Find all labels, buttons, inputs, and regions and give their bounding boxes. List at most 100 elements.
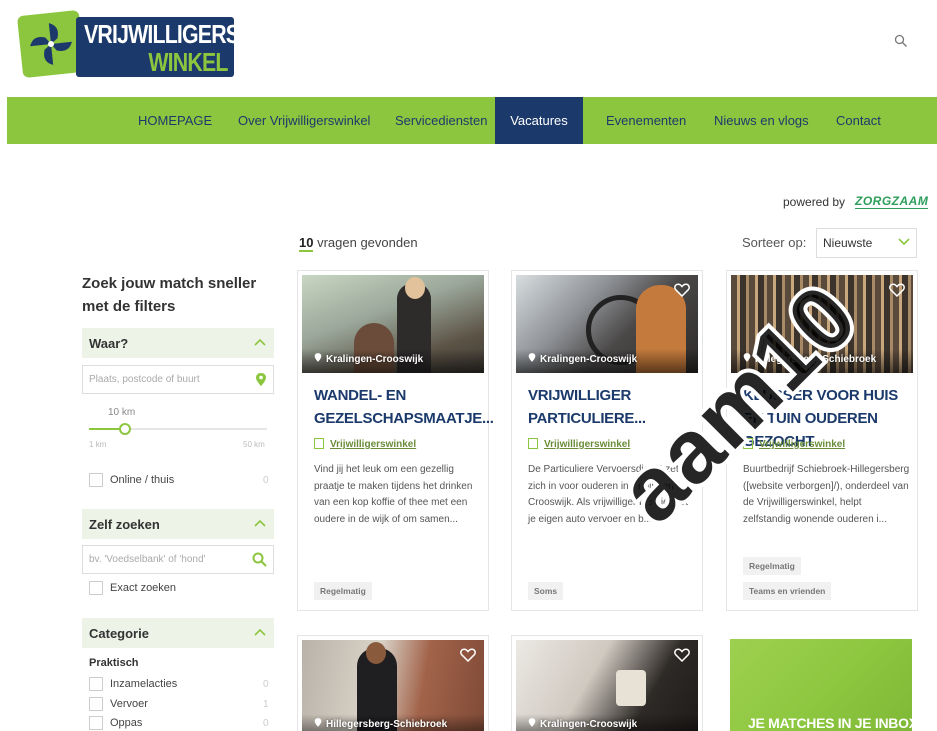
card-location-text: Kralingen-Crooswijk [540, 719, 638, 730]
filter-where-header[interactable]: Waar? [82, 328, 274, 358]
card-tag: Teams en vrienden [743, 582, 832, 600]
keyword-placeholder: bv. 'Voedselbank' of 'hond' [89, 554, 206, 565]
windmill-icon [16, 9, 86, 79]
map-pin-icon [314, 718, 322, 727]
search-icon[interactable] [894, 34, 908, 48]
cup-shape [616, 670, 646, 706]
page: VRIJWILLIGERS WINKEL HOMEPAGE Over Vrijw… [0, 0, 937, 731]
filter-self-title: Zelf zoeken [89, 517, 160, 532]
map-pin-icon [528, 353, 536, 362]
filter-category-header[interactable]: Categorie [82, 618, 274, 648]
person-head [366, 642, 386, 664]
card-description: Buurtbedrijf Schiebroek-Hillegersberg ([… [743, 464, 910, 525]
nav-over[interactable]: Over Vrijwilligerswinkel [238, 97, 370, 144]
exact-search-checkbox[interactable] [89, 581, 103, 595]
nav-nieuws[interactable]: Nieuws en vlogs [714, 97, 809, 144]
card-tag: Regelmatig [743, 557, 801, 575]
vacancy-card[interactable]: Hillegersberg-Schiebroek [297, 635, 489, 731]
chevron-up-icon [254, 338, 266, 346]
card-description: Vind jij het leuk om een gezellig praatj… [314, 464, 473, 525]
promo-title: JE MATCHES IN JE INBOX? [748, 715, 926, 731]
vacancy-card[interactable]: Hillegersberg-Schiebroek KLUSSER VOOR HU… [726, 270, 918, 611]
keyword-input[interactable]: bv. 'Voedselbank' of 'hond' [82, 545, 274, 574]
card-tag: Regelmatig [314, 582, 372, 600]
search-icon[interactable] [252, 552, 267, 567]
category-count: 0 [263, 718, 269, 729]
card-organisation-text: Vrijwilligerswinkel [759, 439, 846, 450]
card-location-text: Kralingen-Crooswijk [540, 354, 638, 365]
card-organisation[interactable]: Vrijwilligerswinkel [743, 438, 845, 450]
card-title[interactable]: VRIJWILLIGER PARTICULIERE... [528, 384, 700, 430]
nav-contact[interactable]: Contact [836, 97, 881, 144]
results-count: 10 vragen gevonden [299, 235, 418, 252]
category-label: Oppas [110, 717, 143, 729]
card-location: Hillegersberg-Schiebroek [743, 352, 876, 365]
map-pin-icon [743, 353, 751, 362]
map-pin-icon [528, 718, 536, 727]
building-icon [314, 438, 324, 449]
person-head [405, 277, 425, 299]
zorgzaam-logo[interactable]: ZORGZAAM [855, 194, 929, 209]
nav-servicediensten[interactable]: Servicediensten [395, 97, 488, 144]
results-count-number: 10 [299, 235, 314, 252]
category-label: Inzamelacties [110, 678, 178, 690]
online-count: 0 [263, 475, 269, 486]
sort-select[interactable]: Nieuwste [816, 228, 917, 258]
card-image: Hillegersberg-Schiebroek [302, 640, 484, 731]
online-label: Online / thuis [110, 474, 175, 486]
online-checkbox[interactable] [89, 473, 103, 487]
card-location: Kralingen-Crooswijk [314, 352, 423, 365]
nav-homepage[interactable]: HOMEPAGE [138, 97, 212, 144]
filter-self-header[interactable]: Zelf zoeken [82, 509, 274, 539]
newsletter-promo-card[interactable]: JE MATCHES IN JE INBOX? [726, 635, 926, 731]
card-image: Kralingen-Crooswijk [516, 275, 698, 373]
filter-category-title: Categorie [89, 626, 149, 641]
card-organisation[interactable]: Vrijwilligerswinkel [314, 438, 416, 450]
chevron-up-icon [254, 519, 266, 527]
category-checkbox[interactable] [89, 677, 103, 691]
exact-search-label: Exact zoeken [110, 582, 177, 594]
logo[interactable]: VRIJWILLIGERS WINKEL [16, 9, 240, 79]
sort-value: Nieuwste [823, 236, 873, 250]
category-subheading: Praktisch [89, 657, 139, 669]
category-count: 1 [263, 699, 269, 710]
card-image: Hillegersberg-Schiebroek [731, 275, 913, 373]
map-pin-icon [256, 373, 266, 386]
category-label: Vervoer [110, 698, 148, 710]
card-location: Hillegersberg-Schiebroek [314, 717, 447, 730]
heart-icon[interactable] [674, 648, 690, 662]
nav-vacatures[interactable]: Vacatures [495, 97, 583, 144]
card-location-text: Hillegersberg-Schiebroek [326, 719, 448, 730]
filters-title: Zoek jouw match sneller met de filters [82, 275, 257, 315]
radius-max: 50 km [243, 440, 265, 449]
category-checkbox[interactable] [89, 697, 103, 711]
building-icon [743, 438, 753, 449]
vacancy-card[interactable]: Kralingen-Crooswijk WANDEL- EN GEZELSCHA… [297, 270, 494, 611]
card-tag: Soms [528, 582, 564, 600]
radius-slider-handle[interactable] [119, 423, 131, 435]
heart-icon[interactable] [674, 283, 690, 297]
card-title[interactable]: WANDEL- EN GEZELSCHAPSMAATJE... [314, 384, 494, 430]
results-count-suffix: vragen gevonden [317, 235, 418, 250]
card-image: Kralingen-Crooswijk [302, 275, 484, 373]
logo-text-line1: VRIJWILLIGERS [84, 19, 240, 49]
heart-icon[interactable] [889, 283, 905, 297]
nav-evenementen[interactable]: Evenementen [606, 97, 686, 144]
category-checkbox[interactable] [89, 716, 103, 730]
card-location-text: Hillegersberg-Schiebroek [755, 354, 877, 365]
vacancy-card[interactable]: Kralingen-Crooswijk [511, 635, 703, 731]
card-image: Kralingen-Crooswijk [516, 640, 698, 731]
chevron-up-icon [254, 628, 266, 636]
logo-text-line2: WINKEL [148, 47, 229, 77]
card-description: De Particuliere Vervoersdienst zet zich … [528, 464, 689, 525]
card-location-text: Kralingen-Crooswijk [326, 354, 424, 365]
radius-value: 10 km [108, 407, 136, 418]
filter-where-title: Waar? [89, 336, 129, 351]
powered-by-label: powered by [783, 195, 846, 209]
card-location: Kralingen-Crooswijk [528, 352, 637, 365]
location-input[interactable]: Plaats, postcode of buurt [82, 365, 274, 394]
card-location: Kralingen-Crooswijk [528, 717, 637, 730]
heart-icon[interactable] [460, 648, 476, 662]
vacancy-card[interactable]: Kralingen-Crooswijk VRIJWILLIGER PARTICU… [511, 270, 703, 611]
card-organisation[interactable]: Vrijwilligerswinkel [528, 438, 630, 450]
